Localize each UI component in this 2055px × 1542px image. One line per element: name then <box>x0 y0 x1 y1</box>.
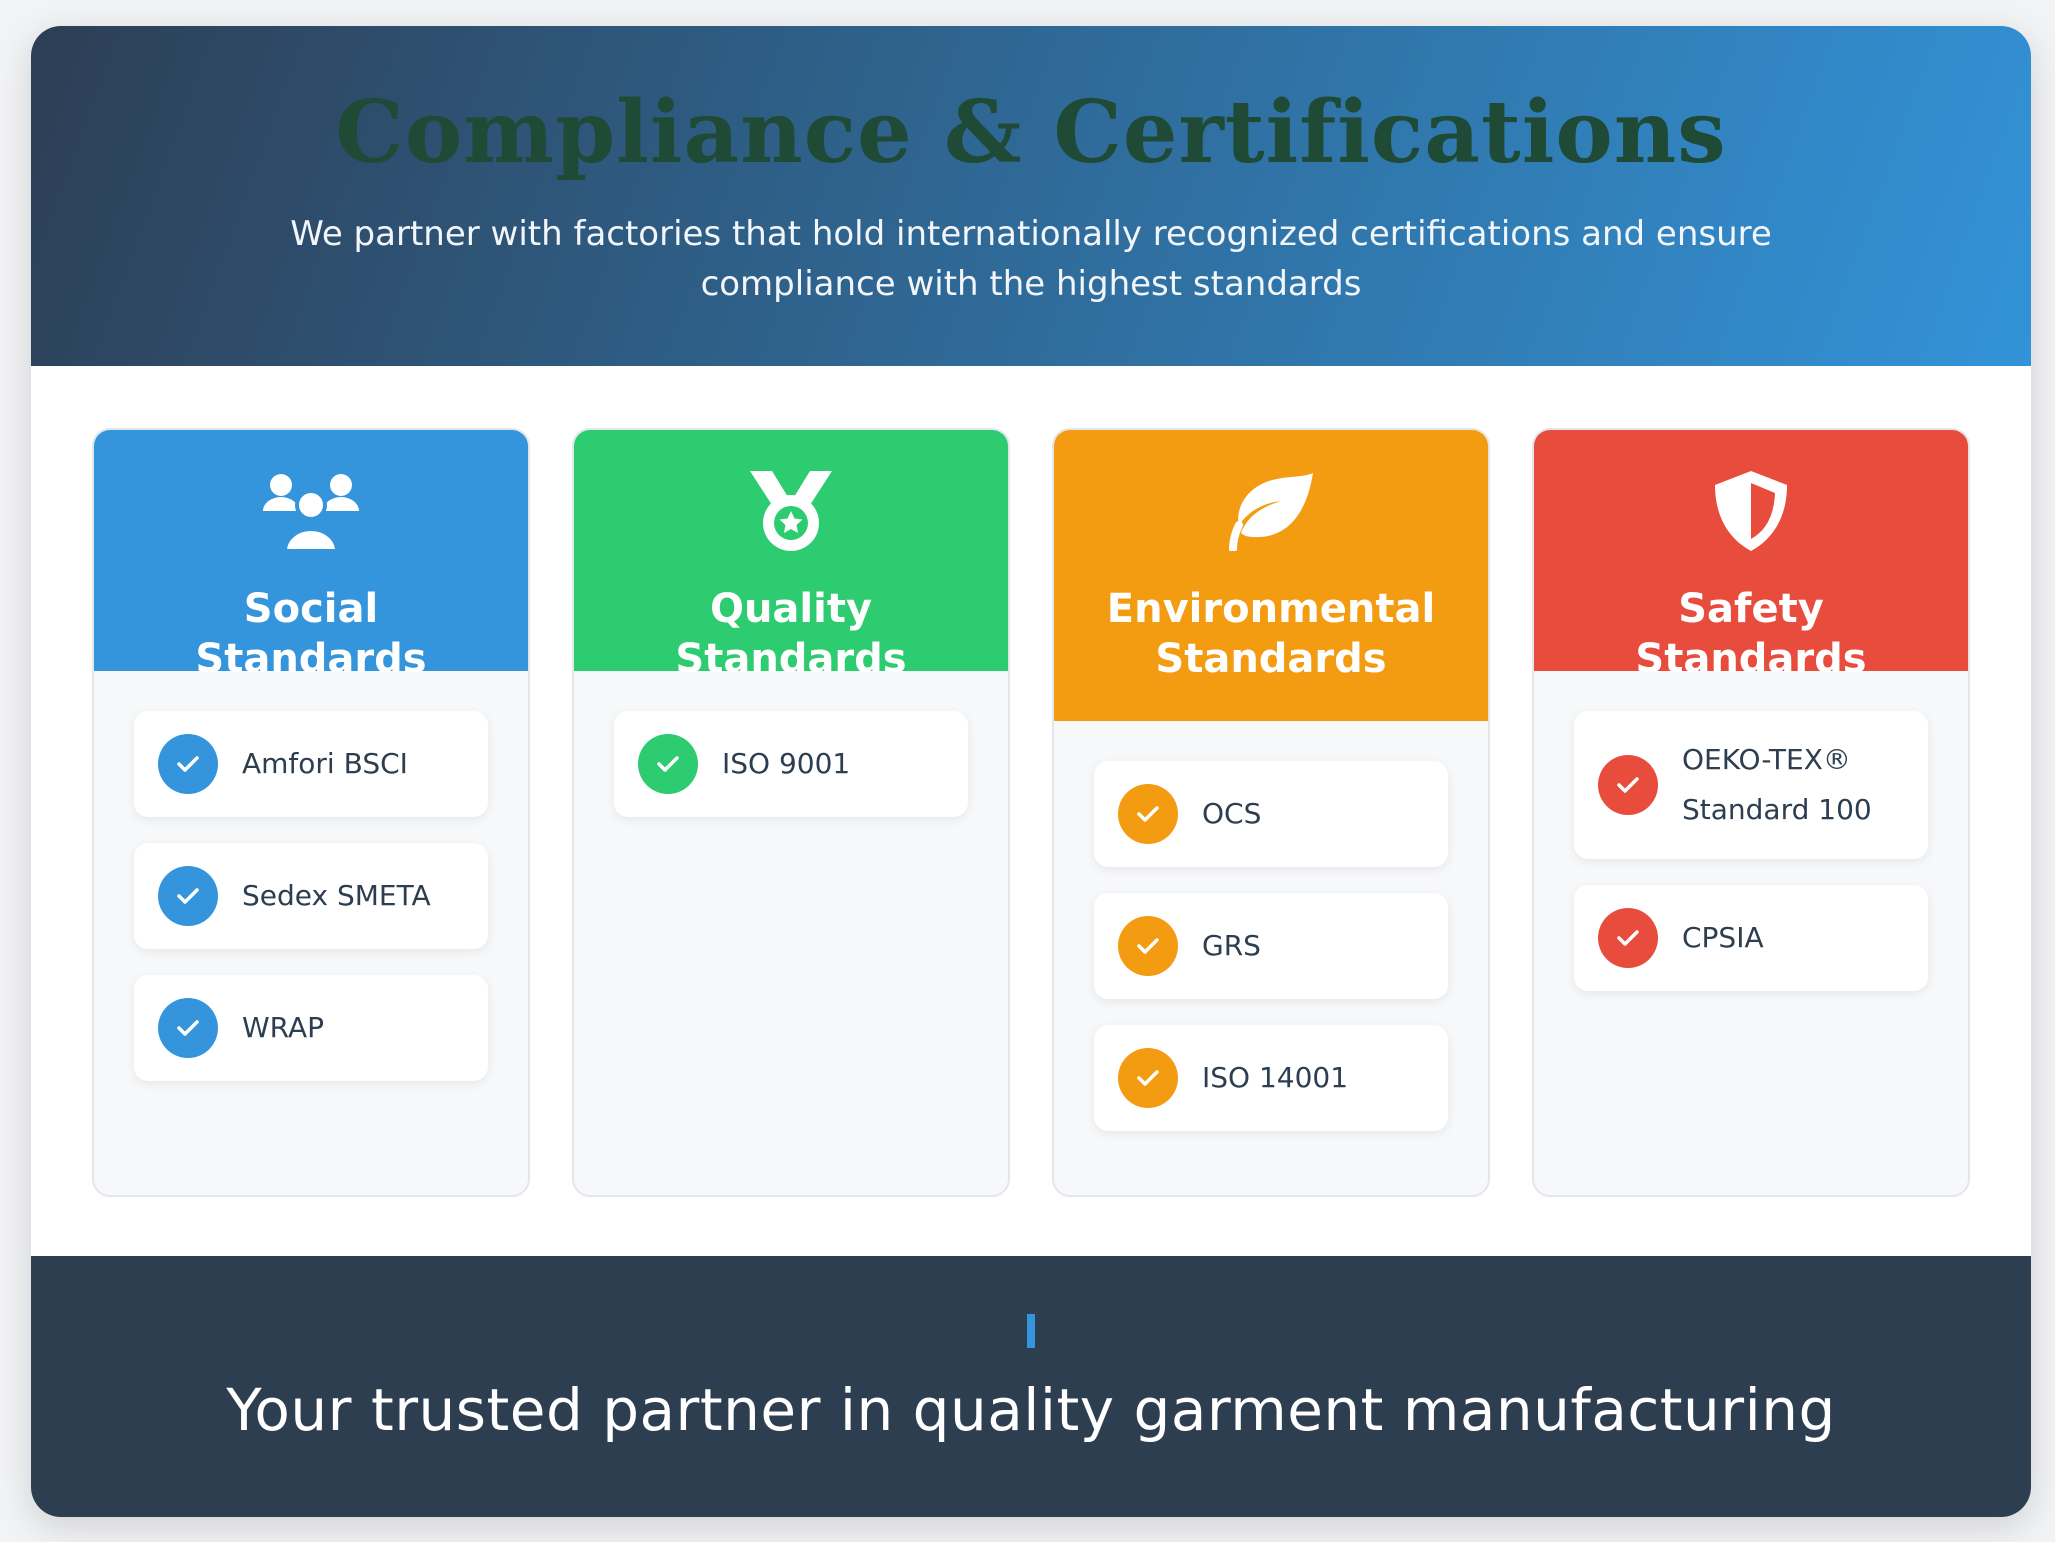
card-title: Social Standards <box>195 586 427 682</box>
users-icon <box>94 468 528 554</box>
cert-item: ISO 14001 <box>1094 1025 1448 1131</box>
check-icon <box>1118 1048 1178 1108</box>
card-title: Environmental Standards <box>1106 586 1436 682</box>
hero-banner: Compliance & Certifications We partner w… <box>31 26 2031 366</box>
card-safety-standards: Safety Standards OEKO-TEX® Standard 100 … <box>1532 428 1970 1197</box>
card-header: Environmental Standards <box>1054 430 1488 721</box>
card-title: Safety Standards <box>1635 586 1867 682</box>
cert-label: OEKO-TEX® Standard 100 <box>1682 743 1872 826</box>
cert-label: WRAP <box>242 1011 325 1044</box>
cert-item: Sedex SMETA <box>134 843 488 949</box>
footer-banner: Your trusted partner in quality garment … <box>31 1256 2031 1517</box>
cert-label: Amfori BSCI <box>242 747 408 780</box>
cert-list: OEKO-TEX® Standard 100 CPSIA <box>1534 671 1968 991</box>
cert-item: Amfori BSCI <box>134 711 488 817</box>
card-header: Safety Standards <box>1534 430 1968 682</box>
cert-item: CPSIA <box>1574 885 1928 991</box>
check-icon <box>158 734 218 794</box>
card-title: Quality Standards <box>675 586 907 682</box>
check-icon <box>158 866 218 926</box>
check-icon <box>638 734 698 794</box>
check-icon <box>1118 916 1178 976</box>
cert-label: CPSIA <box>1682 921 1764 954</box>
page-subtitle: We partner with factories that hold inte… <box>290 213 1772 304</box>
leaf-icon <box>1054 468 1488 554</box>
page-title: Compliance & Certifications <box>335 82 1727 183</box>
check-icon <box>1118 784 1178 844</box>
cert-item: OCS <box>1094 761 1448 867</box>
medal-icon <box>574 468 1008 554</box>
check-icon <box>1598 908 1658 968</box>
check-icon <box>1598 755 1658 815</box>
cert-item: ISO 9001 <box>614 711 968 817</box>
card-environmental-standards: Environmental Standards OCS GRS ISO 1400… <box>1052 428 1490 1197</box>
cert-item: GRS <box>1094 893 1448 999</box>
cert-list: Amfori BSCI Sedex SMETA WRAP <box>94 671 528 1081</box>
cert-list: ISO 9001 <box>574 671 1008 817</box>
cert-label: ISO 9001 <box>722 747 851 780</box>
card-header: Quality Standards <box>574 430 1008 682</box>
card-header: Social Standards <box>94 430 528 682</box>
cert-label: GRS <box>1202 929 1261 962</box>
card-social-standards: Social Standards Amfori BSCI Sedex SMETA <box>92 428 530 1197</box>
accent-bar <box>1027 1314 1035 1348</box>
cert-item: WRAP <box>134 975 488 1081</box>
cert-list: OCS GRS ISO 14001 <box>1054 721 1488 1131</box>
shield-icon <box>1534 468 1968 554</box>
page-frame: Compliance & Certifications We partner w… <box>31 26 2031 1517</box>
footer-tagline: Your trusted partner in quality garment … <box>226 1376 1836 1444</box>
cert-item: OEKO-TEX® Standard 100 <box>1574 711 1928 859</box>
cert-label: OCS <box>1202 797 1262 830</box>
standards-cards: Social Standards Amfori BSCI Sedex SMETA <box>92 428 1970 1197</box>
check-icon <box>158 998 218 1058</box>
cert-label: ISO 14001 <box>1202 1061 1349 1094</box>
card-quality-standards: Quality Standards ISO 9001 <box>572 428 1010 1197</box>
cert-label: Sedex SMETA <box>242 879 431 912</box>
